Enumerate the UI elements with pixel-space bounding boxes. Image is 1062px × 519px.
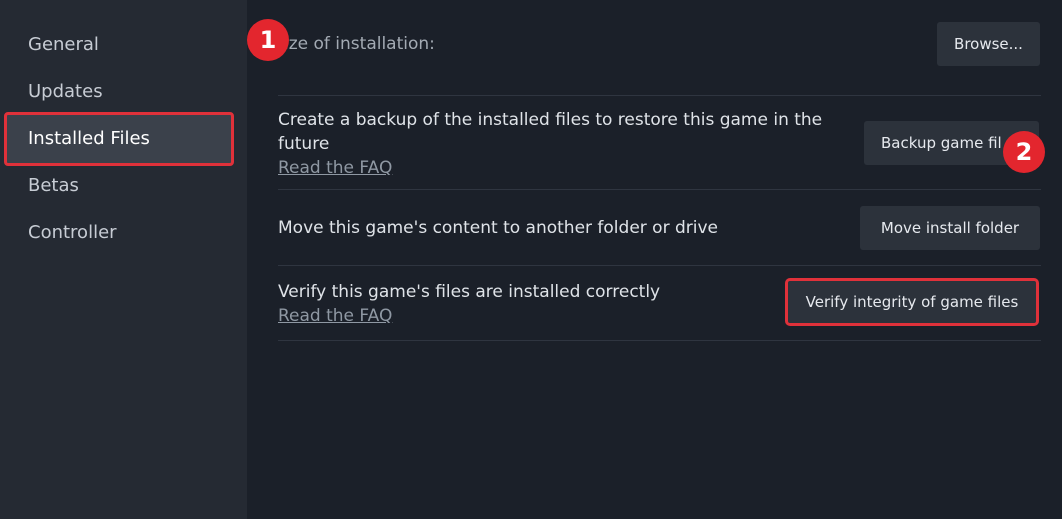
move-install-folder-button[interactable]: Move install folder [860,206,1040,250]
divider [278,265,1041,266]
sidebar-item-controller[interactable]: Controller [6,208,232,258]
move-description: Move this game's content to another fold… [278,218,718,238]
sidebar-item-general[interactable]: General [6,20,232,70]
divider [278,340,1041,341]
backup-faq-link[interactable]: Read the FAQ [278,156,848,180]
backup-row: Create a backup of the installed files t… [278,108,848,180]
verify-integrity-button[interactable]: Verify integrity of game files [785,278,1039,326]
verify-description: Verify this game's files are installed c… [278,282,661,302]
verify-faq-link[interactable]: Read the FAQ [278,304,738,328]
sidebar-item-updates[interactable]: Updates [6,67,232,117]
sidebar-item-installed-files[interactable]: Installed Files [4,112,234,166]
sidebar: General Updates Installed Files Betas Co… [0,0,247,519]
divider [278,95,1041,96]
divider [278,189,1041,190]
verify-row: Verify this game's files are installed c… [278,280,738,328]
size-of-installation-label: ize of installation: [284,34,435,54]
annotation-badge-1: 1 [247,19,289,61]
installed-files-panel: ize of installation: Browse... Create a … [247,0,1062,519]
sidebar-item-betas[interactable]: Betas [6,161,232,211]
annotation-badge-2: 2 [1003,131,1045,173]
browse-button[interactable]: Browse... [937,22,1040,66]
backup-description: Create a backup of the installed files t… [278,110,823,154]
